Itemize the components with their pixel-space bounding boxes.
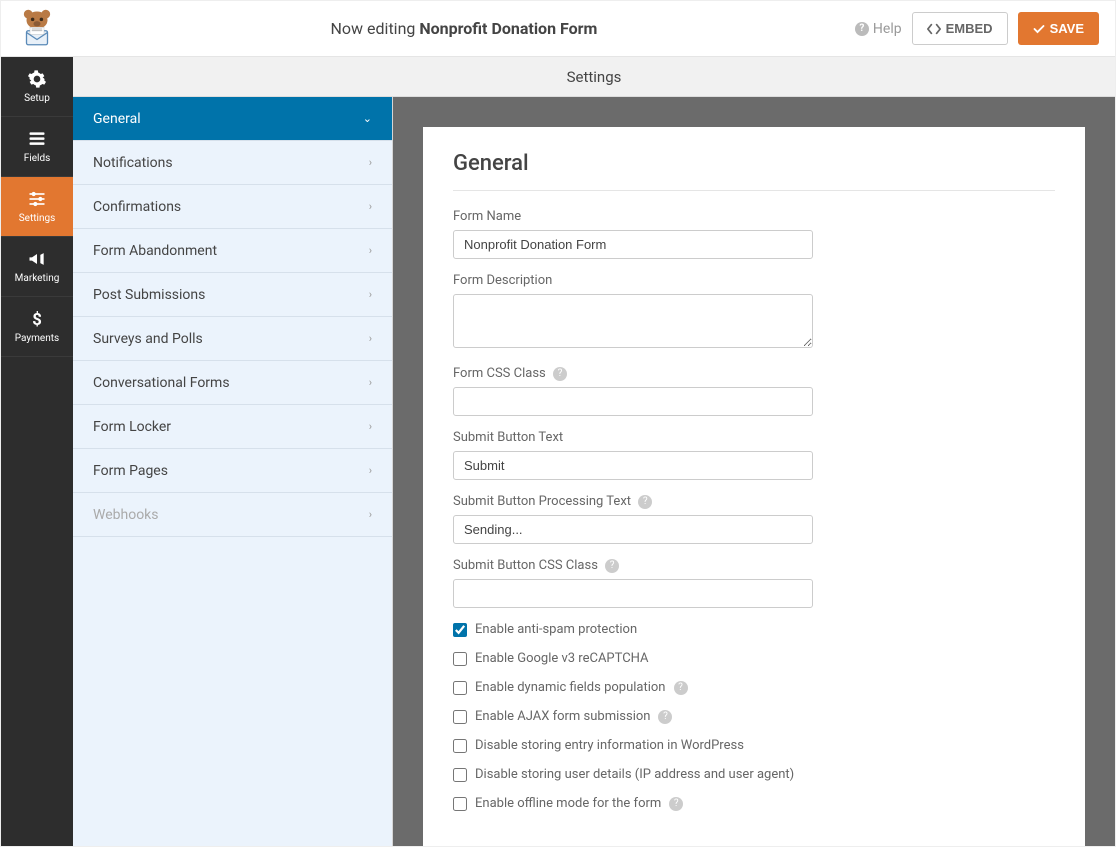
- sidebar-item-notifications[interactable]: Notifications ›: [73, 141, 392, 185]
- section-header: Settings: [73, 57, 1115, 97]
- checkbox-dynamic-fields-input[interactable]: [453, 681, 467, 695]
- checkbox-offline-input[interactable]: [453, 797, 467, 811]
- nav-marketing[interactable]: Marketing: [1, 237, 73, 297]
- chevron-right-icon: ›: [369, 288, 372, 301]
- submit-processing-label: Submit Button Processing Text ?: [453, 494, 1055, 509]
- chevron-right-icon: ›: [369, 420, 372, 433]
- save-button[interactable]: SAVE: [1018, 12, 1099, 45]
- submit-text-input[interactable]: [453, 451, 813, 480]
- sidebar-item-form-abandonment[interactable]: Form Abandonment ›: [73, 229, 392, 273]
- sidebar-item-general[interactable]: General ⌄: [73, 97, 392, 141]
- help-icon[interactable]: ?: [669, 797, 683, 811]
- dollar-icon: $: [27, 309, 47, 329]
- gear-icon: [27, 69, 47, 89]
- chevron-right-icon: ›: [369, 508, 372, 521]
- title-form-name: Nonprofit Donation Form: [419, 19, 597, 38]
- checkbox-ajax-input[interactable]: [453, 710, 467, 724]
- sidebar-item-surveys-polls[interactable]: Surveys and Polls ›: [73, 317, 392, 361]
- checkbox-recaptcha: Enable Google v3 reCAPTCHA: [453, 651, 1055, 666]
- sidebar-item-form-pages[interactable]: Form Pages ›: [73, 449, 392, 493]
- chevron-right-icon: ›: [369, 464, 372, 477]
- submit-css-input[interactable]: [453, 579, 813, 608]
- form-name-input[interactable]: [453, 230, 813, 259]
- help-icon[interactable]: ?: [638, 495, 652, 509]
- help-icon[interactable]: ?: [658, 710, 672, 724]
- top-actions: ? Help EMBED SAVE: [855, 12, 1099, 45]
- help-link[interactable]: ? Help: [855, 21, 902, 37]
- help-icon[interactable]: ?: [674, 681, 688, 695]
- help-label: Help: [873, 21, 902, 37]
- checkbox-disable-entry-input[interactable]: [453, 739, 467, 753]
- topbar: Now editing Nonprofit Donation Form ? He…: [1, 1, 1115, 57]
- embed-button[interactable]: EMBED: [912, 12, 1008, 45]
- sliders-icon: [27, 189, 47, 209]
- list-icon: [27, 129, 47, 149]
- chevron-right-icon: ›: [369, 244, 372, 257]
- checkbox-disable-entry: Disable storing entry information in Wor…: [453, 738, 1055, 753]
- checkbox-antispam: Enable anti-spam protection: [453, 622, 1055, 637]
- checkbox-recaptcha-input[interactable]: [453, 652, 467, 666]
- nav-settings[interactable]: Settings: [1, 177, 73, 237]
- logo: [1, 8, 73, 50]
- svg-text:$: $: [32, 311, 42, 329]
- submit-text-label: Submit Button Text: [453, 430, 1055, 445]
- chevron-right-icon: ›: [369, 376, 372, 389]
- submit-processing-input[interactable]: [453, 515, 813, 544]
- form-desc-textarea[interactable]: [453, 294, 813, 348]
- chevron-right-icon: ›: [369, 156, 372, 169]
- checkbox-disable-user-details: Disable storing user details (IP address…: [453, 767, 1055, 782]
- form-css-label: Form CSS Class ?: [453, 366, 1055, 381]
- nav-rail: Setup Fields Settings Marketing $ Paymen…: [1, 57, 73, 846]
- code-icon: [927, 22, 941, 36]
- sidebar-item-confirmations[interactable]: Confirmations ›: [73, 185, 392, 229]
- check-icon: [1033, 23, 1045, 35]
- megaphone-icon: [27, 249, 47, 269]
- help-icon: ?: [855, 22, 869, 36]
- chevron-right-icon: ›: [369, 200, 372, 213]
- title-prefix: Now editing: [331, 19, 416, 38]
- form-css-input[interactable]: [453, 387, 813, 416]
- form-desc-label: Form Description: [453, 273, 1055, 288]
- panel-heading: General: [453, 151, 1055, 191]
- chevron-down-icon: ⌄: [363, 112, 372, 125]
- sidebar-item-conversational-forms[interactable]: Conversational Forms ›: [73, 361, 392, 405]
- checkbox-dynamic-fields: Enable dynamic fields population ?: [453, 680, 1055, 695]
- form-name-label: Form Name: [453, 209, 1055, 224]
- checkbox-offline: Enable offline mode for the form ?: [453, 796, 1055, 811]
- checkbox-antispam-input[interactable]: [453, 623, 467, 637]
- wpforms-logo-icon: [16, 8, 58, 50]
- sidebar-item-webhooks[interactable]: Webhooks ›: [73, 493, 392, 537]
- checkbox-disable-user-details-input[interactable]: [453, 768, 467, 782]
- help-icon[interactable]: ?: [553, 367, 567, 381]
- page-title: Now editing Nonprofit Donation Form: [73, 19, 855, 38]
- settings-panel: General Form Name Form Description Form …: [423, 127, 1085, 846]
- nav-setup[interactable]: Setup: [1, 57, 73, 117]
- checkbox-ajax: Enable AJAX form submission ?: [453, 709, 1055, 724]
- nav-payments[interactable]: $ Payments: [1, 297, 73, 357]
- chevron-right-icon: ›: [369, 332, 372, 345]
- submit-css-label: Submit Button CSS Class ?: [453, 558, 1055, 573]
- nav-fields[interactable]: Fields: [1, 117, 73, 177]
- help-icon[interactable]: ?: [605, 559, 619, 573]
- sidebar-item-post-submissions[interactable]: Post Submissions ›: [73, 273, 392, 317]
- sidebar-item-form-locker[interactable]: Form Locker ›: [73, 405, 392, 449]
- settings-sidebar: General ⌄ Notifications › Confirmations …: [73, 97, 393, 846]
